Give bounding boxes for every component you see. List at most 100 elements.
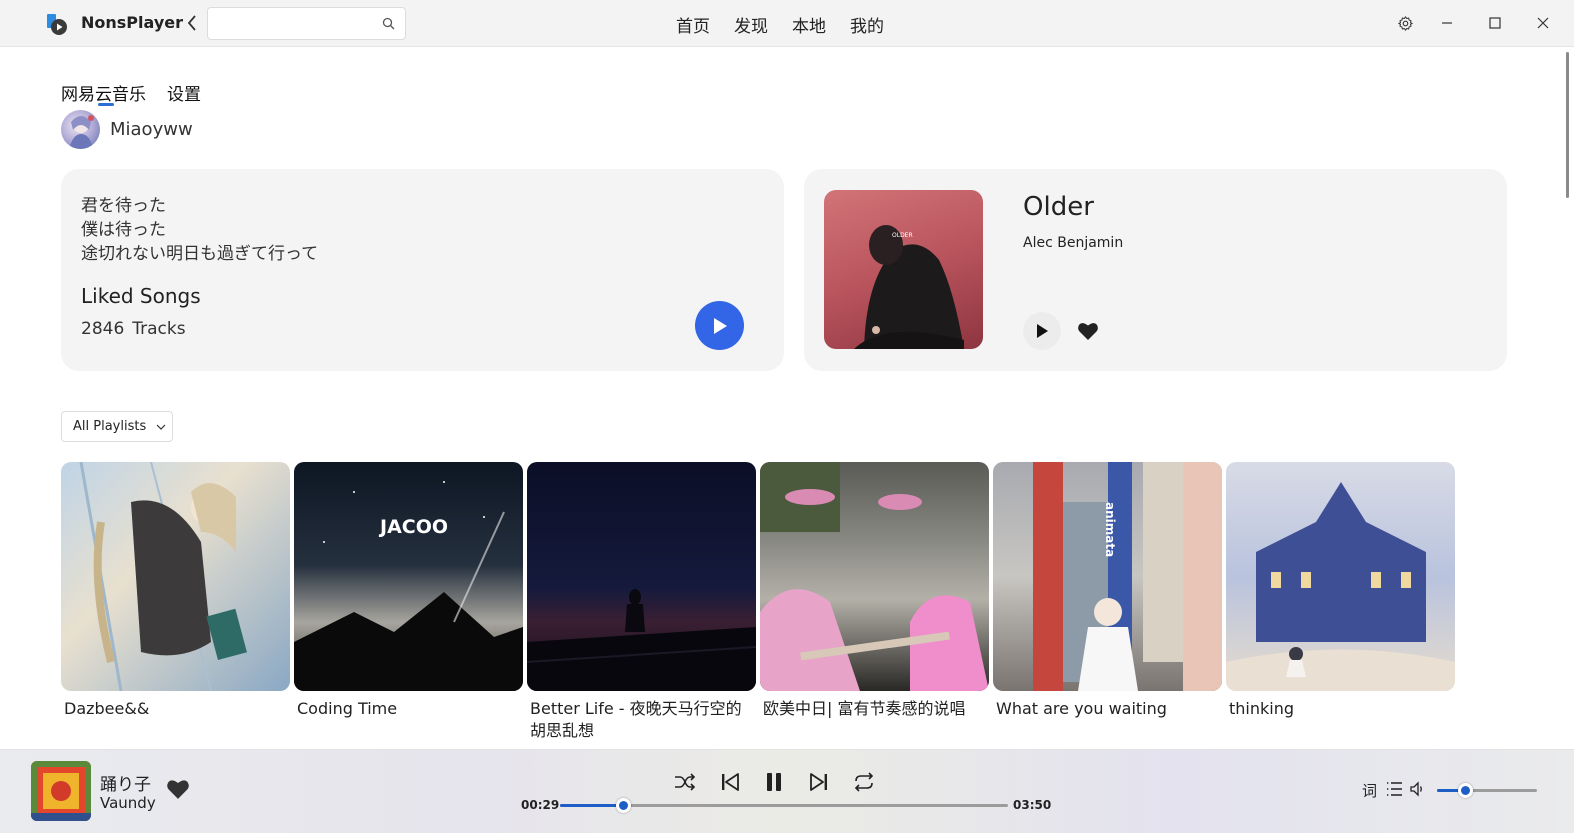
album-art-text: OLDER <box>892 232 913 239</box>
minimize-icon <box>1442 22 1452 24</box>
search-box[interactable] <box>207 7 406 40</box>
total-time: 03:50 <box>1013 798 1052 812</box>
play-icon <box>713 317 727 334</box>
nav-discover[interactable]: 发现 <box>734 12 768 37</box>
liked-songs-card[interactable]: 君を待った 僕は待った 途切れない明日も過ぎて行って Liked Songs 2… <box>61 169 784 371</box>
featured-song-card[interactable]: OLDER Older Alec Benjamin <box>804 169 1507 371</box>
song-artist[interactable]: Alec Benjamin <box>1023 235 1123 251</box>
heart-icon <box>167 780 189 799</box>
minimize-button[interactable] <box>1434 10 1460 36</box>
song-cover-image[interactable]: OLDER <box>824 190 983 349</box>
playlist-cover[interactable] <box>527 462 756 691</box>
tab-netease-label: 网易云音乐 <box>61 85 146 105</box>
playlist-card[interactable]: thinking <box>1226 462 1455 742</box>
nav-home[interactable]: 首页 <box>676 12 710 37</box>
playlist-cover[interactable] <box>1226 462 1455 691</box>
track-count-value: 2846 <box>81 319 125 339</box>
now-playing-title: 踊り子 <box>100 775 151 795</box>
app-title: NonsPlayer <box>81 13 183 32</box>
now-playing-art <box>31 761 91 821</box>
repeat-icon <box>854 772 874 792</box>
playlist-cover-art <box>760 462 989 691</box>
playlist-queue-button[interactable] <box>1386 781 1403 801</box>
playlist-name: Better Life - 夜晚天马行空的胡思乱想 <box>530 699 742 740</box>
lyric-line: 君を待った <box>81 196 166 216</box>
playlist-card[interactable]: animata What are you waiting <box>993 462 1222 742</box>
volume-button[interactable] <box>1409 781 1425 801</box>
pause-button[interactable] <box>761 769 787 795</box>
playlist-name: Dazbee&& <box>64 699 150 718</box>
close-button[interactable] <box>1530 10 1556 36</box>
user-profile[interactable]: Miaoyww <box>61 110 193 149</box>
gear-icon <box>1397 15 1413 31</box>
tab-netease[interactable]: 网易云音乐 <box>61 80 146 106</box>
lyric-line: 僕は待った <box>81 220 166 240</box>
playlist-cover[interactable] <box>61 462 290 691</box>
shuffle-icon <box>675 773 696 791</box>
playlist-grid: Dazbee&& JACOO Coding Time Better Life -… <box>61 462 1455 742</box>
playlist-card[interactable]: Dazbee&& <box>61 462 290 742</box>
heart-icon <box>1078 323 1098 340</box>
current-time: 00:29 <box>521 798 560 812</box>
liked-songs-title: Liked Songs <box>81 284 201 308</box>
title-bar: NonsPlayer 首页 发现 本地 我的 <box>0 0 1574 47</box>
maximize-button[interactable] <box>1482 10 1508 36</box>
previous-button[interactable] <box>717 769 743 795</box>
lyric-line: 途切れない明日も過ぎて行って <box>81 244 319 264</box>
avatar-image <box>69 115 94 149</box>
track-count-label: Tracks <box>132 319 186 339</box>
player-bar: 踊り子 Vaundy 00:29 03:50 词 <box>0 749 1574 833</box>
main-nav: 首页 发现 本地 我的 <box>676 12 884 37</box>
nav-mine[interactable]: 我的 <box>850 12 884 37</box>
playlist-name: What are you waiting <box>996 699 1167 718</box>
repeat-button[interactable] <box>851 769 877 795</box>
close-icon <box>1537 17 1549 29</box>
next-button[interactable] <box>806 769 832 795</box>
lyrics-button[interactable]: 词 <box>1362 780 1377 801</box>
playlist-name: Coding Time <box>297 699 398 718</box>
playlist-filter-label: All Playlists <box>73 419 147 434</box>
search-input[interactable] <box>208 8 368 39</box>
playlist-cover-art <box>1033 462 1222 691</box>
progress-thumb[interactable] <box>615 798 631 813</box>
progress-slider[interactable] <box>560 798 1008 813</box>
back-button[interactable] <box>183 12 201 34</box>
playlist-card[interactable]: Better Life - 夜晚天马行空的胡思乱想 <box>527 462 756 742</box>
search-icon[interactable] <box>382 17 395 30</box>
skip-next-icon <box>810 773 827 791</box>
playlist-card[interactable]: JACOO Coding Time <box>294 462 523 742</box>
playlist-name: thinking <box>1229 699 1295 718</box>
playlist-name: 欧美中日| 富有节奏感的说唱 <box>763 699 966 718</box>
like-song-button[interactable] <box>1074 317 1102 345</box>
play-icon <box>1037 324 1048 338</box>
playlist-cover[interactable]: animata <box>993 462 1222 691</box>
like-now-playing-button[interactable] <box>166 778 192 802</box>
volume-thumb[interactable] <box>1458 783 1473 798</box>
progress-fill <box>560 804 623 807</box>
scrollbar[interactable] <box>1566 52 1569 198</box>
playlist-cover[interactable]: JACOO <box>294 462 523 691</box>
chevron-down-icon <box>156 424 166 430</box>
pause-icon <box>767 773 781 791</box>
username: Miaoyww <box>110 119 193 140</box>
now-playing-artist[interactable]: Vaundy <box>100 794 156 812</box>
tab-settings[interactable]: 设置 <box>167 80 201 105</box>
playlist-cover-art <box>294 481 523 691</box>
playlist-cover-text: JACOO <box>380 516 449 538</box>
playlist-cover[interactable] <box>760 462 989 691</box>
queue-list-icon <box>1387 782 1402 796</box>
volume-icon <box>1410 781 1422 797</box>
playlist-card[interactable]: 欧美中日| 富有节奏感的说唱 <box>760 462 989 742</box>
volume-slider[interactable] <box>1437 783 1537 798</box>
source-tabs: 网易云音乐 设置 <box>61 80 201 106</box>
play-liked-button[interactable] <box>695 301 744 350</box>
playlist-filter-dropdown[interactable]: All Playlists <box>61 411 173 442</box>
settings-button[interactable] <box>1392 10 1418 36</box>
playlist-cover-art <box>527 589 756 691</box>
now-playing-cover[interactable] <box>31 761 91 821</box>
avatar[interactable] <box>61 110 100 149</box>
playlist-cover-art <box>1226 482 1455 691</box>
play-song-button[interactable] <box>1023 312 1061 350</box>
nav-local[interactable]: 本地 <box>792 12 826 37</box>
shuffle-button[interactable] <box>672 769 698 795</box>
